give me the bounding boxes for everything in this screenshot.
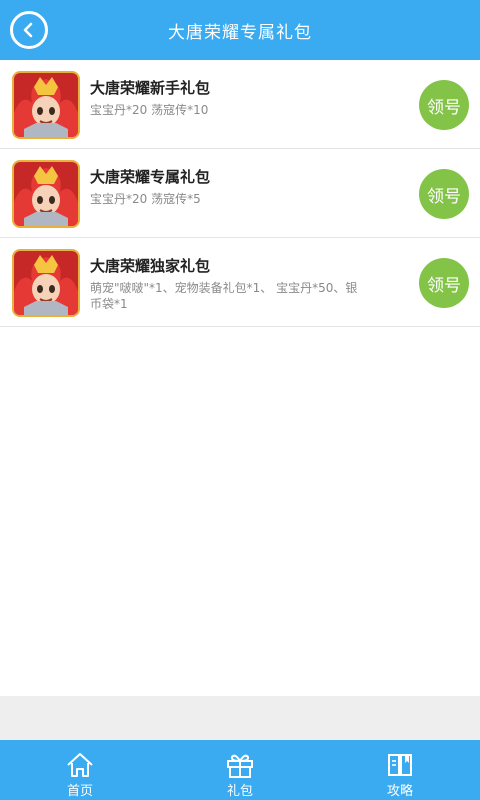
chevron-left-icon bbox=[23, 22, 33, 38]
gift-list: 大唐荣耀新手礼包 宝宝丹*20 荡寇传*10 领号 大唐荣耀专属礼包 宝宝丹*2… bbox=[0, 60, 480, 327]
gift-title: 大唐荣耀独家礼包 bbox=[90, 257, 211, 275]
game-avatar bbox=[12, 249, 80, 317]
game-avatar bbox=[12, 71, 80, 139]
gift-description: 宝宝丹*20 荡寇传*10 bbox=[90, 103, 209, 117]
claim-button[interactable]: 领号 bbox=[419, 80, 469, 130]
game-avatar bbox=[12, 160, 80, 228]
tab-gift[interactable]: 礼包 bbox=[160, 740, 320, 800]
home-icon bbox=[67, 753, 93, 777]
footer-spacer bbox=[0, 696, 480, 740]
gift-title: 大唐荣耀专属礼包 bbox=[90, 168, 211, 186]
gift-icon bbox=[227, 754, 253, 778]
tab-home[interactable]: 首页 bbox=[0, 740, 160, 800]
gift-title: 大唐荣耀新手礼包 bbox=[90, 79, 211, 97]
claim-button[interactable]: 领号 bbox=[419, 169, 469, 219]
page-title: 大唐荣耀专属礼包 bbox=[168, 22, 312, 43]
tab-label: 礼包 bbox=[226, 784, 253, 799]
gift-description: 宝宝丹*20 荡寇传*5 bbox=[90, 192, 201, 206]
book-icon bbox=[388, 754, 412, 776]
back-button[interactable] bbox=[10, 11, 48, 49]
list-item[interactable]: 大唐荣耀独家礼包 萌宠"啵啵"*1、宠物装备礼包*1、 宝宝丹*50、银币袋*1… bbox=[0, 238, 480, 327]
tab-guide[interactable]: 攻略 bbox=[320, 740, 480, 800]
gift-description: 萌宠"啵啵"*1、宠物装备礼包*1、 宝宝丹*50、银币袋*1 bbox=[90, 281, 358, 311]
top-bar: 大唐荣耀专属礼包 bbox=[0, 0, 480, 60]
bottom-tab-bar: 首页 礼包 攻略 bbox=[0, 740, 480, 800]
list-item[interactable]: 大唐荣耀专属礼包 宝宝丹*20 荡寇传*5 领号 bbox=[0, 149, 480, 238]
tab-label: 首页 bbox=[66, 784, 93, 799]
list-item[interactable]: 大唐荣耀新手礼包 宝宝丹*20 荡寇传*10 领号 bbox=[0, 60, 480, 149]
tab-label: 攻略 bbox=[386, 784, 413, 799]
claim-button[interactable]: 领号 bbox=[419, 258, 469, 308]
